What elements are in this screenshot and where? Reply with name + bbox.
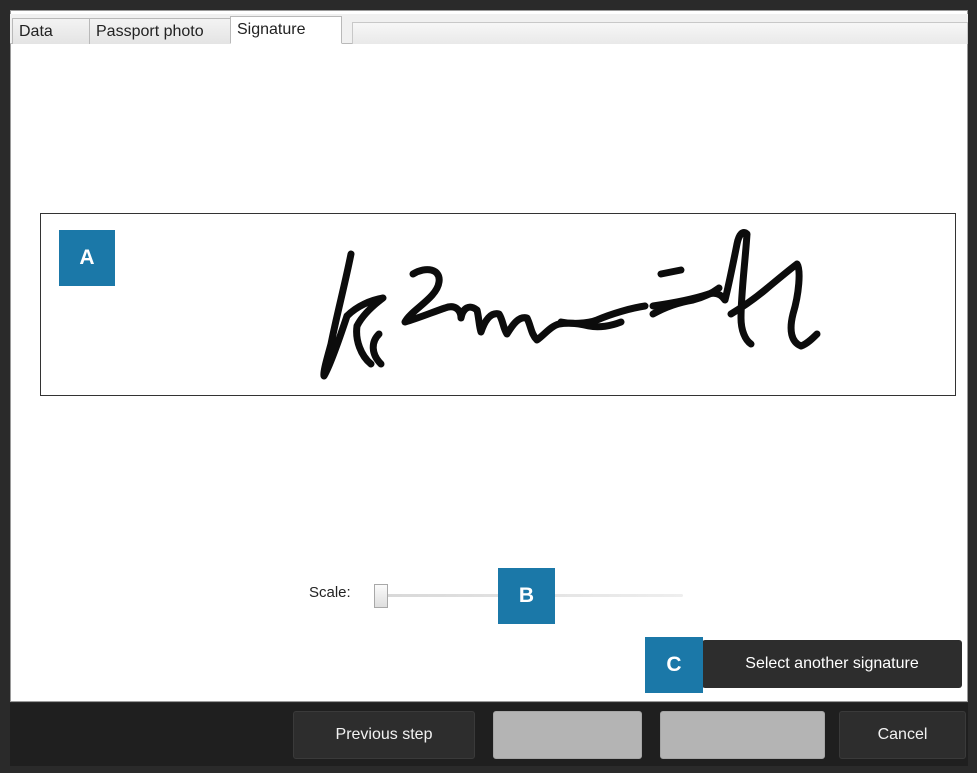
tab-strip: Data Passport photo Signature [10, 14, 968, 44]
tab-passport-photo[interactable]: Passport photo [89, 18, 231, 44]
callout-b: B [498, 568, 555, 624]
next-step-button[interactable] [493, 711, 642, 759]
tab-data[interactable]: Data [12, 18, 90, 44]
scale-slider-thumb[interactable] [374, 584, 388, 608]
previous-step-button[interactable]: Previous step [293, 711, 475, 759]
scale-label: Scale: [309, 584, 351, 601]
callout-c: C [645, 637, 703, 693]
select-another-signature-button[interactable]: Select another signature [702, 640, 962, 688]
tab-strip-filler [352, 22, 968, 44]
signature-preview [40, 213, 956, 396]
finish-button[interactable] [660, 711, 825, 759]
signature-image [320, 229, 821, 380]
tab-signature[interactable]: Signature [230, 16, 342, 44]
cancel-button[interactable]: Cancel [839, 711, 966, 759]
callout-a: A [59, 230, 115, 286]
